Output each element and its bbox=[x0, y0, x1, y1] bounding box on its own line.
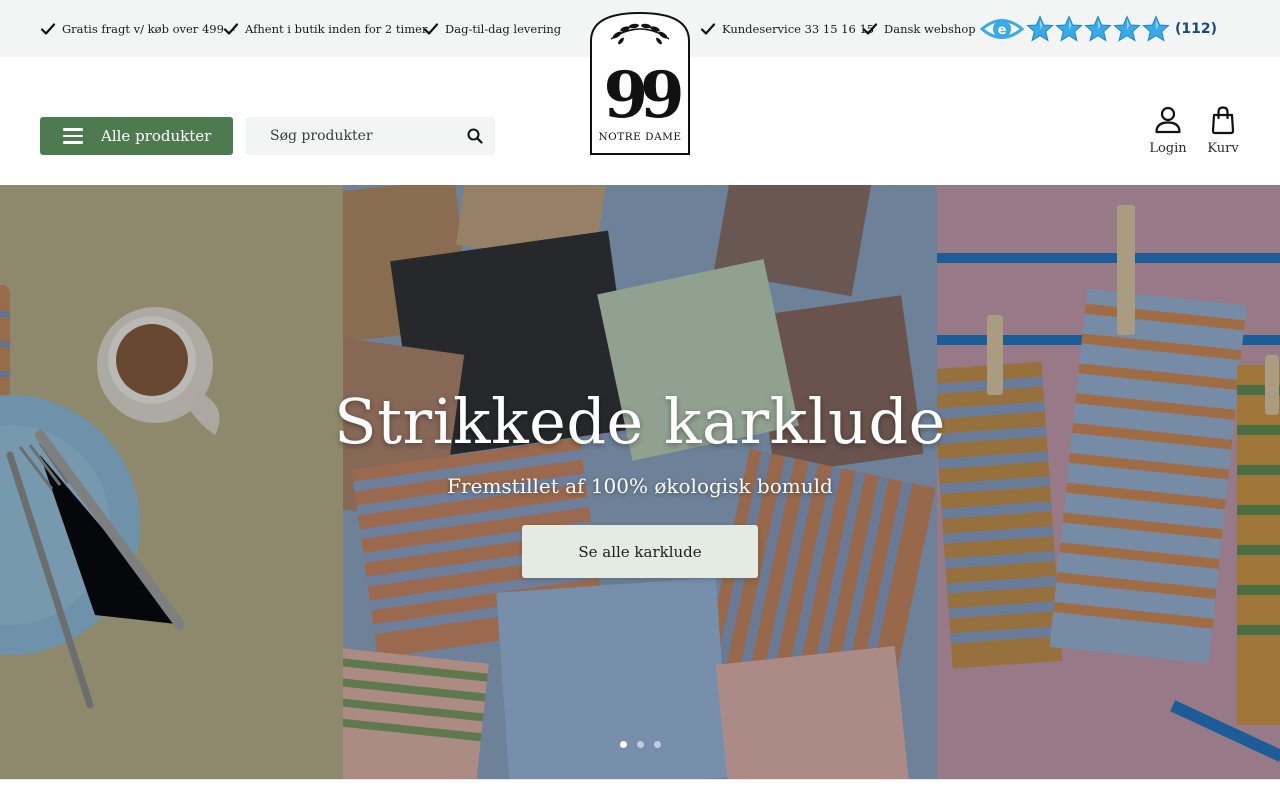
e-maerket-icon: e bbox=[980, 19, 1024, 39]
checkmark-icon bbox=[40, 21, 56, 37]
review-count: (112) bbox=[1175, 21, 1218, 37]
star-icon bbox=[1055, 15, 1083, 42]
logo-number: 99 bbox=[603, 58, 681, 133]
search-icon[interactable] bbox=[467, 128, 483, 144]
login-label: Login bbox=[1149, 141, 1187, 156]
usp-text: Dag-til-dag levering bbox=[445, 22, 562, 36]
carousel-dot-1[interactable] bbox=[620, 741, 627, 748]
star-icon bbox=[1142, 15, 1170, 42]
login-button[interactable]: Login bbox=[1146, 105, 1190, 156]
carousel-dot-3[interactable] bbox=[654, 741, 661, 748]
usp-text: Afhent i butik inden for 2 timer bbox=[245, 22, 428, 36]
checkmark-icon bbox=[700, 21, 716, 37]
star-icon bbox=[1113, 15, 1141, 42]
cart-label: Kurv bbox=[1207, 141, 1239, 156]
usp-text: Dansk webshop bbox=[884, 22, 976, 36]
usp-pickup: Afhent i butik inden for 2 timer bbox=[223, 20, 427, 38]
hamburger-icon bbox=[63, 128, 83, 144]
notre-dame-logo[interactable]: 99 NOTRE DAME bbox=[589, 11, 691, 156]
menu-button-label: Alle produkter bbox=[101, 127, 212, 145]
cart-button[interactable]: Kurv bbox=[1201, 105, 1245, 156]
hero-subtitle: Fremstillet af 100% økologisk bomuld bbox=[447, 474, 833, 498]
page-below-fold bbox=[0, 779, 1280, 800]
usp-free-shipping: Gratis fragt v/ køb over 499 .- bbox=[40, 20, 235, 38]
shopping-bag-icon bbox=[1211, 106, 1235, 135]
checkmark-icon bbox=[423, 21, 439, 37]
hero-banner: Strikkede karklude Fremstillet af 100% ø… bbox=[0, 185, 1280, 779]
carousel-dots bbox=[620, 741, 671, 748]
search-bar bbox=[245, 117, 495, 155]
usp-danish-webshop: Dansk webshop bbox=[862, 20, 976, 38]
logo-text: NOTRE DAME bbox=[598, 131, 681, 143]
see-all-dishcloths-button[interactable]: Se alle karklude bbox=[522, 525, 758, 578]
all-products-menu-button[interactable]: Alle produkter bbox=[40, 117, 233, 155]
hero-title: Strikkede karklude bbox=[334, 385, 946, 458]
usp-next-day-delivery: Dag-til-dag levering bbox=[423, 20, 561, 38]
user-icon bbox=[1155, 106, 1181, 134]
checkmark-icon bbox=[223, 21, 239, 37]
emaerket-rating[interactable]: e (112) bbox=[980, 14, 1217, 44]
usp-customer-service: Kundeservice 33 15 16 15 bbox=[700, 20, 874, 38]
usp-text: Kundeservice 33 15 16 15 bbox=[722, 22, 875, 36]
checkmark-icon bbox=[862, 21, 878, 37]
search-input[interactable] bbox=[270, 128, 460, 144]
logo-badge: 99 NOTRE DAME bbox=[590, 11, 690, 155]
usp-text: Gratis fragt v/ køb over 499 .- bbox=[62, 22, 236, 36]
svg-text:e: e bbox=[998, 23, 1007, 38]
star-icon bbox=[1026, 15, 1054, 42]
carousel-dot-2[interactable] bbox=[637, 741, 644, 748]
star-icon bbox=[1084, 15, 1112, 42]
